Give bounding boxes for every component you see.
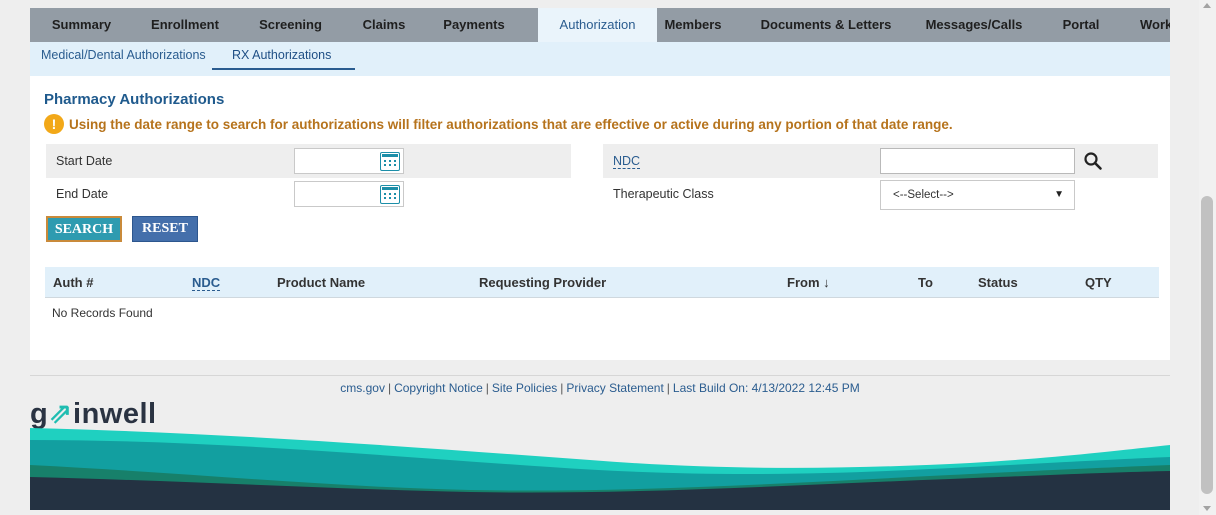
no-records-message: No Records Found	[52, 306, 153, 320]
end-date-input[interactable]	[294, 181, 404, 207]
separator: |	[387, 381, 392, 395]
tab-authorization[interactable]: Authorization	[538, 8, 657, 42]
notice-text: Using the date range to search for autho…	[69, 116, 953, 132]
tab-portal[interactable]: Portal	[1043, 8, 1119, 42]
tab-screening[interactable]: Screening	[237, 8, 344, 42]
tab-messages-calls[interactable]: Messages/Calls	[913, 8, 1035, 42]
col-qty[interactable]: QTY	[1085, 267, 1112, 298]
calendar-icon[interactable]	[380, 185, 400, 204]
col-requesting-provider[interactable]: Requesting Provider	[479, 267, 606, 298]
tab-payments[interactable]: Payments	[424, 8, 524, 42]
page: Summary Enrollment Screening Claims Paym…	[0, 0, 1216, 515]
scroll-down-arrow-icon[interactable]	[1203, 506, 1211, 511]
reset-button[interactable]: RESET	[132, 216, 198, 242]
footer-divider	[30, 375, 1170, 376]
col-status[interactable]: Status	[978, 267, 1018, 298]
calendar-icon[interactable]	[380, 152, 400, 171]
tab-documents-letters[interactable]: Documents & Letters	[746, 8, 906, 42]
therapeutic-class-select[interactable]: <--Select--> ▼	[880, 180, 1075, 210]
therapeutic-class-label: Therapeutic Class	[613, 187, 714, 201]
search-button[interactable]: SEARCH	[46, 216, 122, 242]
footer-wave-graphic	[30, 428, 1170, 510]
separator: |	[485, 381, 489, 395]
col-to[interactable]: To	[918, 267, 933, 298]
subtab-rx-authorizations[interactable]: RX Authorizations	[212, 42, 355, 70]
subtab-medical-dental-authorizations[interactable]: Medical/Dental Authorizations	[41, 42, 206, 70]
col-from[interactable]: From ↓	[787, 267, 830, 298]
col-ndc[interactable]: NDC	[192, 267, 221, 298]
link-copyright-notice[interactable]: Copyright Notice	[394, 381, 483, 395]
link-site-policies[interactable]: Site Policies	[492, 381, 557, 395]
tab-members[interactable]: Members	[657, 8, 729, 42]
start-date-input[interactable]	[294, 148, 404, 174]
scrollbar-thumb[interactable]	[1201, 196, 1213, 494]
table-header: Auth # NDC Product Name Requesting Provi…	[45, 267, 1159, 298]
tab-summary[interactable]: Summary	[30, 8, 133, 42]
warning-icon: !	[44, 114, 64, 134]
link-cms-gov[interactable]: cms.gov	[340, 381, 385, 395]
end-date-label: End Date	[56, 187, 109, 201]
select-value: <--Select-->	[893, 189, 954, 201]
page-title: Pharmacy Authorizations	[44, 91, 225, 108]
separator: |	[666, 381, 670, 395]
content-panel: Pharmacy Authorizations ! Using the date…	[30, 76, 1170, 360]
col-product-name[interactable]: Product Name	[277, 267, 365, 298]
link-privacy-statement[interactable]: Privacy Statement	[566, 381, 663, 395]
main-tab-bar: Summary Enrollment Screening Claims Paym…	[30, 8, 1170, 42]
date-range-notice: ! Using the date range to search for aut…	[44, 113, 953, 135]
dropdown-arrow-icon: ▼	[1054, 189, 1064, 200]
col-auth-number[interactable]: Auth #	[53, 267, 93, 298]
vertical-scrollbar[interactable]	[1199, 0, 1216, 515]
scroll-up-arrow-icon[interactable]	[1203, 3, 1211, 8]
last-build-text: Last Build On: 4/13/2022 12:45 PM	[672, 381, 860, 395]
footer-links: cms.gov | Copyright Notice | Site Policies | P…	[30, 381, 1170, 395]
search-icon[interactable]	[1083, 151, 1103, 171]
ndc-label[interactable]: NDC	[613, 154, 641, 169]
ndc-input[interactable]	[880, 148, 1075, 174]
sub-tab-bar: Medical/Dental Authorizations RX Authori…	[30, 42, 1170, 76]
col-ndc-label: NDC	[192, 275, 221, 291]
separator: |	[560, 381, 564, 395]
start-date-label: Start Date	[56, 154, 113, 168]
tab-work[interactable]: Work	[1140, 8, 1170, 42]
tab-enrollment[interactable]: Enrollment	[133, 8, 237, 42]
tab-claims[interactable]: Claims	[344, 8, 424, 42]
search-form: Start Date NDC End Date Therapeutic Clas…	[46, 144, 1158, 212]
results-table: Auth # NDC Product Name Requesting Provi…	[45, 267, 1159, 320]
